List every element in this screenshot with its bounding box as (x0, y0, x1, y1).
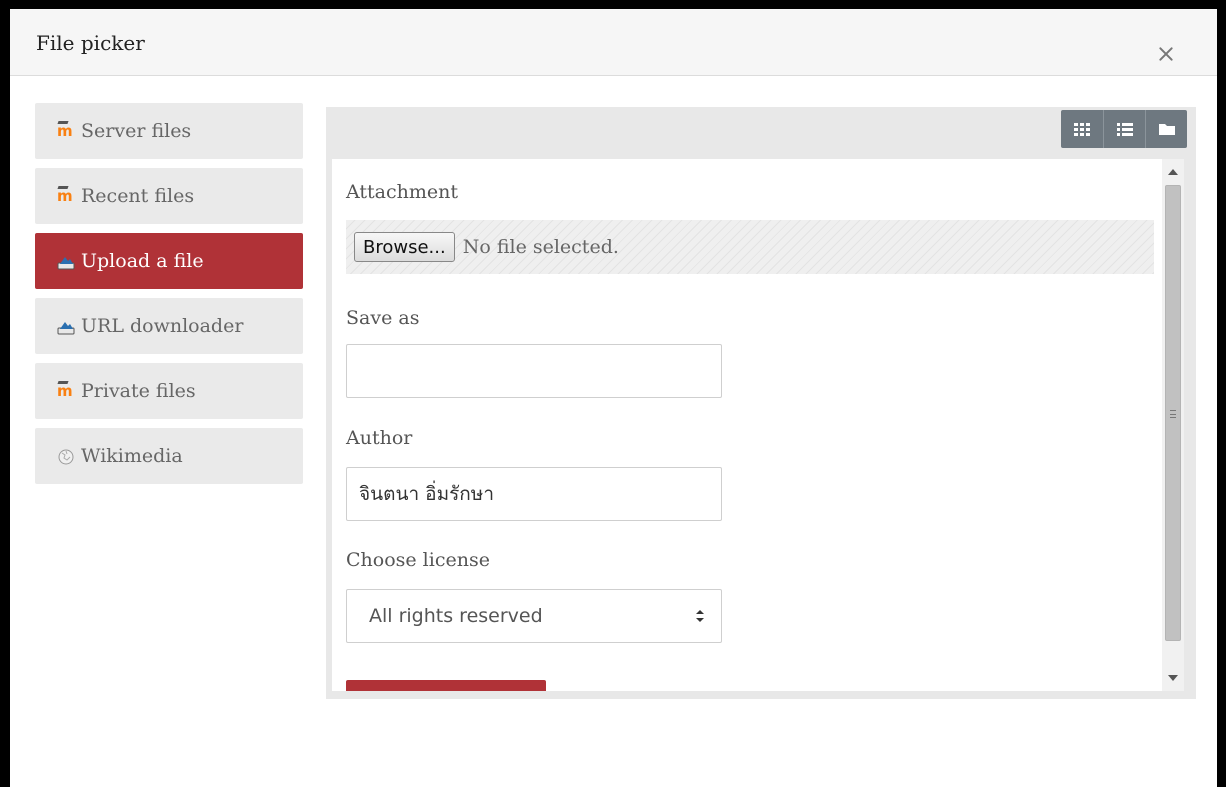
scroll-down-icon[interactable] (1168, 675, 1178, 681)
repository-list: m Server files m Recent files Upload a f… (35, 103, 303, 493)
folder-view-icon[interactable] (1145, 110, 1187, 148)
scrollbar-thumb[interactable] (1165, 185, 1181, 641)
attachment-label: Attachment (346, 181, 458, 203)
list-view-icon[interactable] (1103, 110, 1145, 148)
moodle-icon: m (57, 383, 77, 399)
save-as-input[interactable] (346, 344, 722, 398)
file-status-text: No file selected. (462, 236, 619, 258)
author-input[interactable]: จินตนา อิ่มรักษา (346, 467, 722, 521)
repo-item-recent-files[interactable]: m Recent files (35, 168, 303, 224)
save-as-label: Save as (346, 307, 420, 329)
repo-item-wikimedia[interactable]: Wikimedia (35, 428, 303, 484)
attachment-file-input: Browse... No file selected. (346, 220, 1154, 274)
scrollbar-grip-icon (1170, 410, 1176, 418)
browse-button[interactable]: Browse... (354, 232, 455, 262)
repo-item-server-files[interactable]: m Server files (35, 103, 303, 159)
license-select[interactable]: All rights reserved (346, 589, 722, 643)
repo-item-label: Private files (81, 380, 196, 402)
view-toggle (1061, 110, 1187, 148)
select-arrows-icon (696, 610, 704, 622)
repo-item-label: Wikimedia (81, 445, 183, 467)
upload-icon (57, 318, 77, 335)
upload-icon (57, 253, 77, 270)
upload-form-scroll-area[interactable]: Attachment Browse... No file selected. S… (332, 159, 1184, 691)
scroll-up-icon[interactable] (1168, 169, 1178, 175)
author-label: Author (346, 427, 413, 449)
moodle-icon: m (57, 188, 77, 204)
repo-item-label: Recent files (81, 185, 195, 207)
vertical-scrollbar[interactable] (1162, 159, 1184, 691)
repo-item-label: URL downloader (81, 315, 244, 337)
close-icon[interactable] (1155, 43, 1177, 65)
grid-view-icon[interactable] (1061, 110, 1103, 148)
dialog-title: File picker (36, 31, 145, 55)
repo-item-url-downloader[interactable]: URL downloader (35, 298, 303, 354)
repo-item-upload-a-file[interactable]: Upload a file (35, 233, 303, 289)
dialog-header: File picker (10, 9, 1217, 76)
content-panel: Attachment Browse... No file selected. S… (326, 107, 1196, 699)
repo-item-label: Upload a file (81, 250, 204, 272)
repo-item-private-files[interactable]: m Private files (35, 363, 303, 419)
file-picker-dialog: File picker m Server files m Recent file… (10, 9, 1217, 787)
wikipedia-icon (57, 448, 77, 465)
license-selected-value: All rights reserved (369, 605, 543, 627)
repo-item-label: Server files (81, 120, 192, 142)
moodle-icon: m (57, 123, 77, 139)
license-label: Choose license (346, 549, 490, 571)
upload-file-button[interactable]: UPLOAD THIS FILE (346, 680, 546, 691)
